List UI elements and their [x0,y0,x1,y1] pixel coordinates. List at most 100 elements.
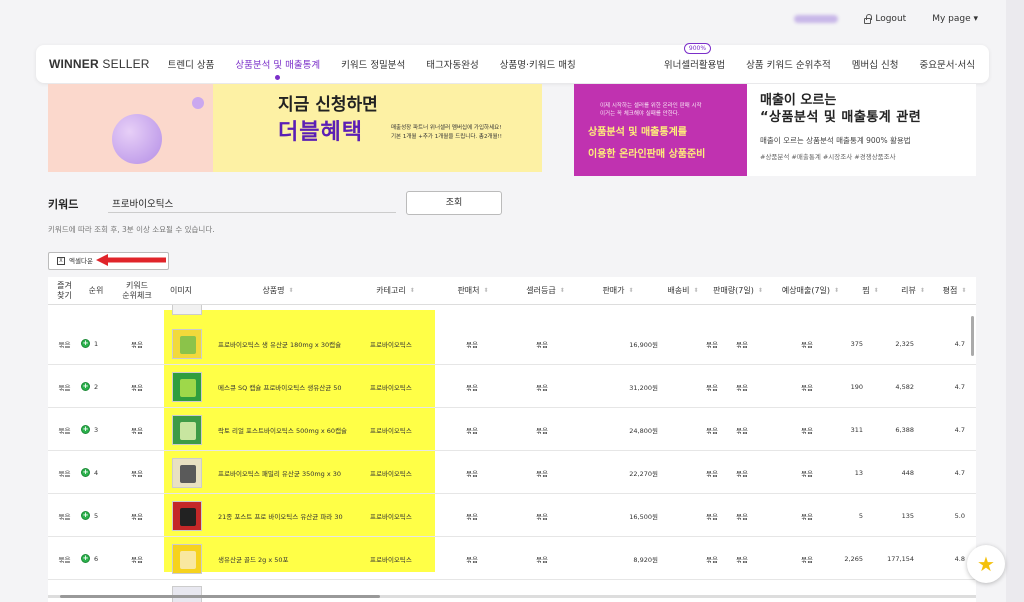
cell-name[interactable]: 메스큐 SQ 캡슐 프로바이오틱스 생유산균 50 [218,365,363,408]
sort-icon: ⬍ [693,287,699,294]
th-image[interactable]: 이미지 [166,277,196,305]
sort-icon: ⬍ [834,287,840,294]
cell-reviews: 6,388 [895,425,914,434]
nav-item-trendy[interactable]: 트렌디 상품 [168,57,215,71]
nav-item-tag-autocomplete[interactable]: 태그자동완성 [426,57,478,71]
table-row[interactable]: +2 묶음 묶음 메스큐 SQ 캡슐 프로바이오틱스 생유산균 50 프로바이오틱스 묶음… [48,365,976,408]
nav-item-rank-tracking[interactable]: 상품 키워드 순위추적 [746,57,831,71]
product-thumbnail[interactable] [172,543,202,574]
th-check[interactable]: 키워드 순위체크 [111,277,163,305]
keyword-input[interactable] [108,193,396,213]
cell-grade: 묶음 [536,426,548,435]
product-thumbnail[interactable] [172,371,202,402]
add-keyword-icon[interactable]: + [81,468,90,477]
add-keyword-icon[interactable]: + [81,511,90,520]
cell-rank: +1 [81,322,111,365]
cell-grade: 묶음 [536,512,548,521]
rank-value: 3 [94,425,99,434]
th-revenue7[interactable]: 예상매출(7일) ⬍ [773,277,848,305]
favorite-star-button[interactable]: ★ [967,545,1005,583]
cell-check: 묶음 [131,383,143,392]
table-row[interactable]: +6 묶음 묶음 생유산균 골드 2g x 50포 프로바이오틱스 묶음 묶음 8,920원 묶… [48,537,976,580]
promo-banner-online-sales[interactable]: 이제 시작하는 셀러를 위한 온라인 판매 시작 이거는 꼭 체크해야 실패를 … [574,84,747,176]
cell-price: 24,800원 [629,426,658,435]
sort-icon: ⬍ [757,287,763,294]
cell-seller: 묶음 [466,340,478,349]
nav-item-howto[interactable]: 900% 위너셀러활용법 [664,43,725,71]
cell-rating: 4.8 [954,554,965,563]
vertical-scrollbar[interactable] [971,316,974,356]
th-seller[interactable]: 판매처 ⬍ [433,277,513,305]
table-row[interactable]: +1 묶음 묶음 프로바이오틱스 생 유산균 180mg x 30캡슐 프로바이오틱스 묶… [48,322,976,365]
promo-banner-double-benefit[interactable]: 지금 신청하면 더블혜택 매출성장 파트너 위너셀러 멤버십에 가입하세요! 기… [48,84,542,172]
cell-sales7: 묶음 [736,383,748,392]
th-price[interactable]: 판매가 ⬍ [578,277,658,305]
th-sales7[interactable]: 판매량(7일) ⬍ [703,277,773,305]
th-shipping[interactable]: 배송비 ⬍ [658,277,708,305]
cell-rating: 5.0 [954,511,965,520]
th-name-label: 상품명 [262,286,285,295]
cell-grade: 묶음 [536,555,548,564]
table-row[interactable]: +4 묶음 묶음 프로바이오틱스 패밀리 유산균 350mg x 30 프로바이오틱스 묶… [48,451,976,494]
nav-item-product-analysis[interactable]: 상품분석 및 매출통계 [235,57,320,80]
th-reviews-label: 리뷰 [901,286,916,295]
th-grade[interactable]: 셀러등급 ⬍ [513,277,578,305]
cell-name[interactable]: 락토 리얼 포스트바이오틱스 500mg x 60캡슐 [218,408,363,451]
search-button[interactable]: 조회 [406,191,502,215]
th-rank[interactable]: 순위 [81,277,111,305]
nav-item-keyword-analysis[interactable]: 키워드 정밀분석 [341,57,405,71]
promo-banner-text[interactable]: 매출이 오르는 “상품분석 및 매출통계 관련 매출이 오르는 상품분석 매출통… [747,84,976,176]
cell-name[interactable]: 21종 포스트 프로 바이오틱스 유산균 파라 30 [218,494,363,537]
cell-revenue7: 묶음 [801,555,813,564]
mypage-menu[interactable]: My page ▾ [932,14,978,24]
cell-check: 묶음 [131,340,143,349]
banner3-hashtags: #상품분석 #매출통계 #시장조사 #경쟁상품조사 [760,153,896,161]
top-bar: Logout My page ▾ [794,13,978,24]
cell-name[interactable]: 생유산균 골드 2g x 50포 [218,537,363,580]
product-thumbnail[interactable] [172,500,202,531]
cell-sales7: 묶음 [736,340,748,349]
th-seller-label: 판매처 [457,286,480,295]
add-keyword-icon[interactable]: + [81,425,90,434]
cell-likes: 5 [858,511,863,520]
nav-item-membership[interactable]: 멤버십 신청 [852,57,899,71]
th-name[interactable]: 상품명 ⬍ [198,277,358,305]
cell-name[interactable]: 프로바이오틱스 패밀리 유산균 350mg x 30 [218,451,363,494]
product-table: 즐겨 찾기 순위 키워드 순위체크 이미지 상품명 ⬍ 카테고리 ⬍ 판매처 ⬍ 셀러… [48,277,976,602]
logout-link[interactable]: Logout [864,13,906,24]
main-nav: WINNER SELLER 트렌디 상품 상품분석 및 매출통계 키워드 정밀분… [36,43,989,83]
red-arrow-annotation [96,254,166,266]
thumbnail-product-shape [180,464,196,483]
horizontal-scrollbar[interactable] [48,595,976,598]
th-rating[interactable]: 평점 ⬍ [933,277,976,305]
logo[interactable]: WINNER SELLER [49,57,150,71]
th-reviews[interactable]: 리뷰 ⬍ [893,277,933,305]
nav-item-documents[interactable]: 중요문서·서식 [920,57,975,71]
th-category[interactable]: 카테고리 ⬍ [358,277,433,305]
add-keyword-icon[interactable]: + [81,554,90,563]
th-rank-label: 순위 [88,286,104,295]
banner3-title1: 매출이 오르는 [760,93,837,108]
table-row[interactable]: +5 묶음 묶음 21종 포스트 프로 바이오틱스 유산균 파라 30 프로바이오틱스 묶… [48,494,976,537]
cell-likes: 375 [850,339,863,348]
product-thumbnail[interactable] [172,457,202,488]
table-row[interactable]: +3 묶음 묶음 락토 리얼 포스트바이오틱스 500mg x 60캡슐 프로바이오틱스… [48,408,976,451]
banner-description: 매출성장 파트너 위너셀러 멤버십에 가입하세요! 기본 1개월 +추가 1개월… [391,124,541,142]
add-keyword-icon[interactable]: + [81,382,90,391]
sphere-decoration-small [192,97,204,109]
th-likes[interactable]: 찜 ⬍ [848,277,893,305]
cell-likes: 13 [854,468,863,477]
th-fav[interactable]: 즐겨 찾기 [48,277,81,305]
add-keyword-icon[interactable]: + [81,339,90,348]
cell-image [172,365,204,408]
sort-icon: ⬍ [483,287,489,294]
rank-value: 2 [94,382,99,391]
product-thumbnail[interactable] [172,328,202,359]
product-thumbnail[interactable] [172,414,202,445]
horizontal-scrollbar-thumb[interactable] [60,595,380,598]
cell-name[interactable]: 프로바이오틱스 생 유산균 180mg x 30캡슐 [218,322,363,365]
nav-item-name-keyword-match[interactable]: 상품명·키워드 매칭 [500,57,576,71]
sort-icon: ⬍ [628,287,634,294]
cell-image [172,322,204,365]
cell-seller: 묶음 [466,469,478,478]
